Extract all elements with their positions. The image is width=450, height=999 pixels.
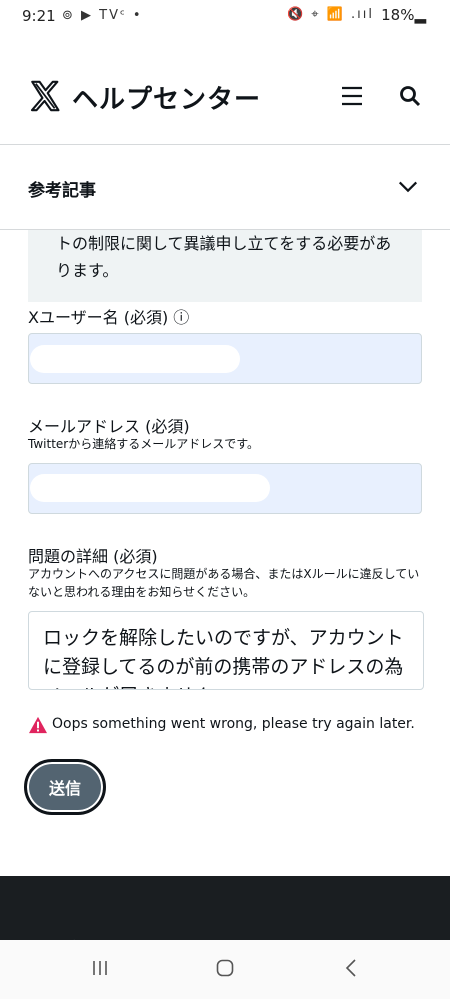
username-label: Xユーザー名 (必須) ⓘ — [28, 308, 190, 327]
submit-button[interactable]: 送信 — [24, 759, 106, 815]
x-logo-icon[interactable] — [28, 79, 62, 113]
recent-apps-icon[interactable] — [90, 958, 110, 978]
hamburger-menu-icon[interactable] — [340, 84, 364, 108]
warning-icon — [29, 716, 47, 734]
error-message: Oops something went wrong, please try ag… — [52, 716, 415, 732]
details-textarea[interactable]: ロックを解除したいのですが、アカウントに登録してるのが前の携帯のアドレスの為メー… — [28, 611, 424, 690]
redaction-mark — [30, 474, 270, 502]
status-time: 9:21 — [22, 7, 56, 25]
submit-label: 送信 — [48, 779, 81, 798]
system-status-icons: 🔇 ⌖ 📶 .ııl — [286, 7, 374, 22]
details-label: 問題の詳細 (必須) — [28, 547, 158, 566]
email-label: メールアドレス (必須) — [28, 417, 190, 436]
notification-icons: ⊚ ▶ TVᶜ • — [62, 8, 143, 23]
details-text: ロックを解除したいのですが、アカウントに登録してるのが前の携帯のアドレスの為メー… — [43, 627, 404, 689]
info-note-text: トの制限に関して異議申し立てをする必要があります。 — [56, 234, 392, 280]
battery-indicator: 18%▂ — [381, 6, 426, 24]
search-icon[interactable] — [398, 84, 422, 108]
chevron-down-icon[interactable] — [397, 176, 419, 198]
home-icon[interactable] — [215, 958, 235, 978]
email-sublabel: Twitterから連絡するメールアドレスです。 — [28, 437, 260, 451]
related-articles-title: 参考記事 — [28, 181, 96, 201]
back-icon[interactable] — [343, 958, 359, 978]
details-sublabel: アカウントへのアクセスに問題がある場合、またはXルールに違反していないと思われる… — [28, 567, 420, 599]
help-center-title[interactable]: ヘルプセンター — [72, 79, 261, 116]
redaction-mark — [30, 345, 240, 373]
